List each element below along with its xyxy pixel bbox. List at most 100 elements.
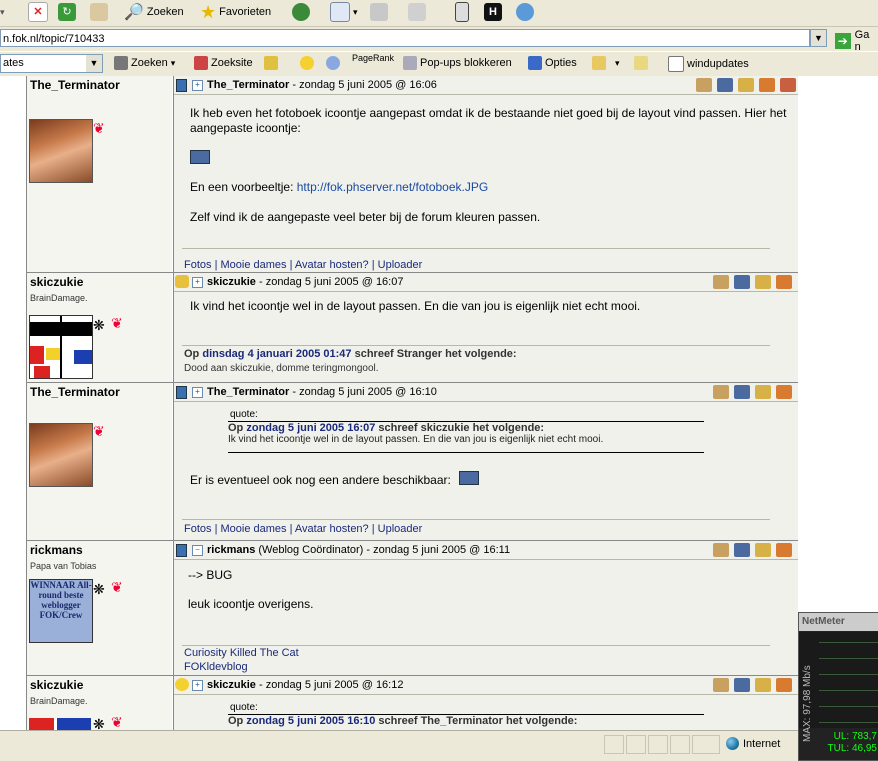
post-body-panel: + The_Terminator - zondag 5 juni 2005 @ … [173, 76, 798, 272]
mail-dropdown-icon: ▾ [353, 6, 358, 17]
pagerank-indicator[interactable]: PageRank [352, 53, 394, 63]
author-name[interactable]: skiczukie [30, 275, 83, 289]
expand-icon[interactable]: + [192, 80, 203, 91]
photo-album-icon[interactable] [734, 385, 750, 399]
quote-icon[interactable] [776, 275, 792, 289]
signature-line-2[interactable]: FOKldevblog [184, 661, 248, 673]
up-folder-button[interactable]: ▾ [592, 56, 620, 70]
quote-icon[interactable] [776, 678, 792, 692]
profile-icon[interactable] [713, 275, 729, 289]
author-name[interactable]: rickmans [30, 543, 83, 557]
chevron-down-icon: ▼ [814, 33, 823, 43]
signature-line-1[interactable]: Curiosity Killed The Cat [184, 647, 299, 659]
profile-icon[interactable] [713, 543, 729, 557]
history-button[interactable] [292, 1, 310, 23]
favorites-label: Favorieten [219, 6, 272, 18]
popup-blocker-button[interactable]: Pop-ups blokkeren [403, 56, 512, 70]
snowflake-icon: ❋ [93, 317, 105, 333]
quote-icon[interactable] [776, 385, 792, 399]
smile-button[interactable] [300, 56, 314, 70]
search-site-button[interactable]: Zoeksite [194, 56, 253, 70]
google-search-combo[interactable]: ates ▼ [0, 54, 103, 73]
google-search-button[interactable]: Zoeken ▾ [114, 56, 175, 70]
photo-album-icon[interactable] [734, 275, 750, 289]
quote-date[interactable]: zondag 5 juni 2005 16:10 [246, 715, 375, 727]
sig-quote-date[interactable]: dinsdag 4 januari 2005 01:47 [202, 348, 351, 360]
example-link[interactable]: http://fok.phserver.net/fotoboek.JPG [297, 180, 488, 194]
h-button[interactable]: H [484, 1, 502, 23]
expand-icon[interactable]: + [192, 277, 203, 288]
quote-icon[interactable] [759, 78, 775, 92]
highlight-button[interactable] [634, 56, 648, 70]
photo-album-icon[interactable] [717, 78, 733, 92]
print-button[interactable] [370, 1, 388, 23]
status-cell [670, 735, 690, 754]
edit-icon[interactable] [755, 678, 771, 692]
url-dropdown-button[interactable]: ▼ [810, 29, 827, 47]
butterfly-icon: ❦ [111, 315, 123, 331]
post-text-3: Zelf vind ik de aangepaste veel beter bi… [190, 210, 541, 224]
msn-button[interactable] [516, 1, 534, 23]
mail-button[interactable]: ▾ [330, 1, 358, 23]
stop-button[interactable]: ✕ [28, 1, 48, 23]
favorites-button[interactable]: ★ Favorieten [200, 1, 271, 23]
photo-album-icon [190, 150, 210, 164]
search-button[interactable]: 🔎 Zoeken [124, 1, 184, 23]
signature-links[interactable]: Fotos | Mooie dames | Avatar hosten? | U… [184, 523, 422, 535]
post-author-panel: The_Terminator ❦ [27, 383, 172, 540]
author-name[interactable]: The_Terminator [30, 385, 120, 399]
example-prefix: En een voorbeeltje: [190, 180, 297, 194]
chevron-down-icon[interactable]: ▼ [86, 55, 102, 72]
post-author[interactable]: rickmans [207, 544, 255, 556]
collapse-icon[interactable]: − [192, 545, 203, 556]
quote-date[interactable]: zondag 5 juni 2005 16:07 [246, 422, 375, 434]
profile-icon[interactable] [696, 78, 712, 92]
expand-icon[interactable]: + [192, 680, 203, 691]
refresh-button[interactable]: ↻ [58, 1, 76, 23]
edit-icon[interactable] [755, 385, 771, 399]
edit-button[interactable] [408, 1, 426, 23]
binoculars-icon [114, 56, 128, 70]
stop-icon: ✕ [28, 2, 48, 22]
go-button[interactable]: ➔ Ga n [835, 29, 878, 53]
post-author[interactable]: skiczukie [207, 276, 256, 288]
post-author[interactable]: skiczukie [207, 679, 256, 691]
author-name[interactable]: skiczukie [30, 678, 83, 692]
photo-album-icon [459, 471, 479, 485]
signature-links[interactable]: Fotos | Mooie dames | Avatar hosten? | U… [184, 259, 422, 271]
netmeter-upload: UL: 783,7 [833, 731, 877, 742]
author-name[interactable]: The_Terminator [30, 78, 120, 92]
forum-post: skiczukie BrainDamage. ❋ ❦ + skiczukie -… [27, 273, 798, 383]
url-input[interactable]: n.fok.nl/topic/710433 [0, 29, 810, 47]
edit-icon[interactable] [755, 543, 771, 557]
profile-icon[interactable] [713, 678, 729, 692]
quote-caption: quote: [230, 409, 258, 420]
edit-icon[interactable] [755, 275, 771, 289]
post-author[interactable]: The_Terminator [207, 79, 289, 91]
quote-icon[interactable] [776, 543, 792, 557]
windupdates-button[interactable]: windupdates [668, 56, 749, 72]
butterfly-icon: ❦ [111, 714, 123, 730]
home-icon[interactable] [780, 78, 796, 92]
page-info-icon [264, 56, 278, 70]
security-zone[interactable]: Internet [726, 737, 780, 750]
frown-button[interactable] [326, 56, 340, 70]
messenger-button[interactable] [455, 1, 469, 23]
photo-album-icon[interactable] [734, 543, 750, 557]
profile-icon[interactable] [713, 385, 729, 399]
edit-icon[interactable] [738, 78, 754, 92]
go-label: Ga n [854, 29, 870, 53]
butterfly-icon: ❦ [93, 423, 105, 439]
quote-header: Op zondag 5 juni 2005 16:07 schreef skic… [228, 422, 704, 434]
post-actions [713, 678, 792, 692]
options-button[interactable]: Opties [528, 56, 577, 70]
signature-quote-text: Dood aan skiczukie, domme teringmongool. [184, 363, 379, 374]
netmeter-widget[interactable]: NetMeter MAX: 97,98 Mb/s UL: 783,7 TUL: … [798, 612, 878, 761]
post-author[interactable]: The_Terminator [207, 386, 289, 398]
back-dropdown-button[interactable]: ▾ [0, 1, 5, 23]
photo-album-icon[interactable] [734, 678, 750, 692]
avatar [29, 718, 91, 730]
page-info-button[interactable] [264, 56, 278, 70]
home-button[interactable] [90, 1, 108, 23]
expand-icon[interactable]: + [192, 387, 203, 398]
